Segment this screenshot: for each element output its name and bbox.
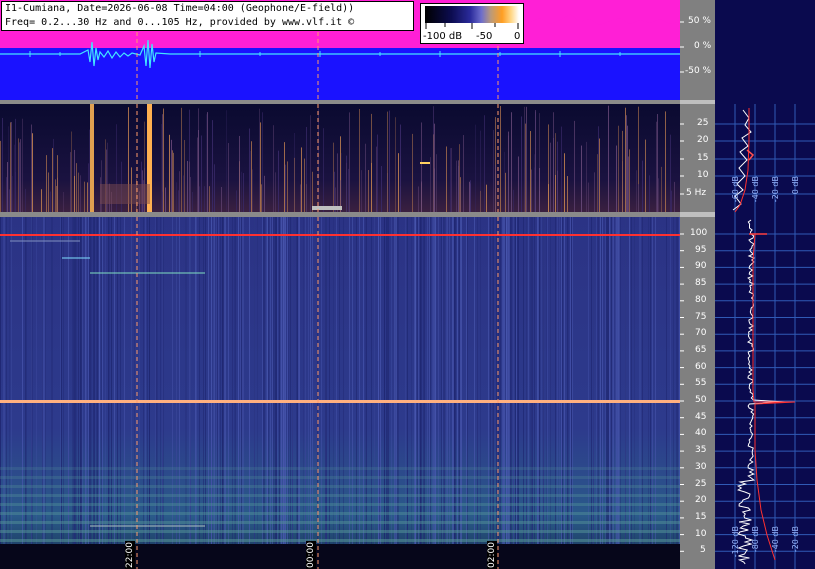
high-axis-label: 75 [695,311,707,322]
high-axis-label: 70 [695,328,707,339]
low-spectrogram-canvas [0,104,680,212]
colorbar-legend: -100 dB -50 0 [420,3,524,44]
high-db-label-1: -120 dB [731,526,740,558]
time-marker-0200: 02:00 [487,541,497,569]
low-db-label-1: -60 dB [731,176,740,203]
high-spectrogram-canvas [0,217,680,569]
spectrum-plot [715,100,815,569]
station-title: I1-Cumiana, Date=2026-06-08 Time=04:00 (… [5,3,355,14]
low-axis-label: 10 [697,170,709,180]
high-axis-label: 40 [695,428,707,439]
low-db-label-2: -40 dB [751,176,760,203]
colorbar-max-label: 0 [514,31,521,42]
frequency-axis-column: 50 % 0 % -50 % 25 20 15 10 5 Hz 100 95 90 85 80 7… [680,0,715,569]
low-axis-label: 20 [697,135,709,145]
waveform-label-pos50: 50 % [688,16,711,26]
high-db-label-2: -80 dB [751,526,760,553]
high-axis-label: 85 [695,278,707,289]
high-axis-label: 35 [695,445,707,456]
high-axis-label: 10 [695,528,707,539]
high-axis-label: 55 [695,378,707,389]
high-axis-label: 100 [690,228,708,238]
low-db-label-3: -20 dB [771,176,780,203]
high-axis-label: 65 [695,344,707,355]
frequency-info: Freq= 0.2...30 Hz and 0...105 Hz, provid… [5,17,355,28]
high-axis-label: 50 [695,395,707,405]
time-marker-2200: 22:00 [125,541,135,569]
spectrum-panel: -60 dB -40 dB -20 dB 0 dB -120 dB -80 dB… [715,0,815,569]
high-frequency-spectrogram: 22:00 00:00 02:00 [0,217,680,569]
high-axis-label: 60 [695,361,707,372]
low-axis-label: 5 Hz [686,188,707,198]
high-db-label-3: -40 dB [771,526,780,553]
time-marker-0000: 00:00 [306,541,316,569]
low-axis-label: 15 [697,153,709,163]
high-axis-label: 45 [695,411,707,422]
colorbar-ticks [425,23,519,29]
colorbar-gradient [425,6,519,23]
high-axis-label: 5 [700,545,706,556]
vlf-monitor-screen: I1-Cumiana, Date=2026-06-08 Time=04:00 (… [0,0,815,569]
high-axis-label: 90 [695,261,707,272]
high-axis-label: 25 [695,478,707,489]
high-db-label-4: -20 dB [791,526,800,553]
high-axis-label: 95 [695,244,707,255]
high-axis-label: 20 [695,495,707,506]
station-header-box: I1-Cumiana, Date=2026-06-08 Time=04:00 (… [1,1,414,31]
colorbar-min-label: -100 dB [423,31,463,42]
high-axis-label: 80 [695,294,707,305]
high-axis-label: 30 [695,461,707,472]
waveform-label-neg50: -50 % [685,66,712,76]
high-axis-label: 15 [695,511,707,522]
low-db-label-4: 0 dB [791,176,800,195]
low-axis-label: 25 [697,118,709,128]
colorbar-mid-label: -50 [476,31,493,42]
waveform-label-zero: 0 % [694,41,712,51]
low-frequency-spectrogram [0,104,680,212]
waveform-panel: I1-Cumiana, Date=2026-06-08 Time=04:00 (… [0,0,680,100]
